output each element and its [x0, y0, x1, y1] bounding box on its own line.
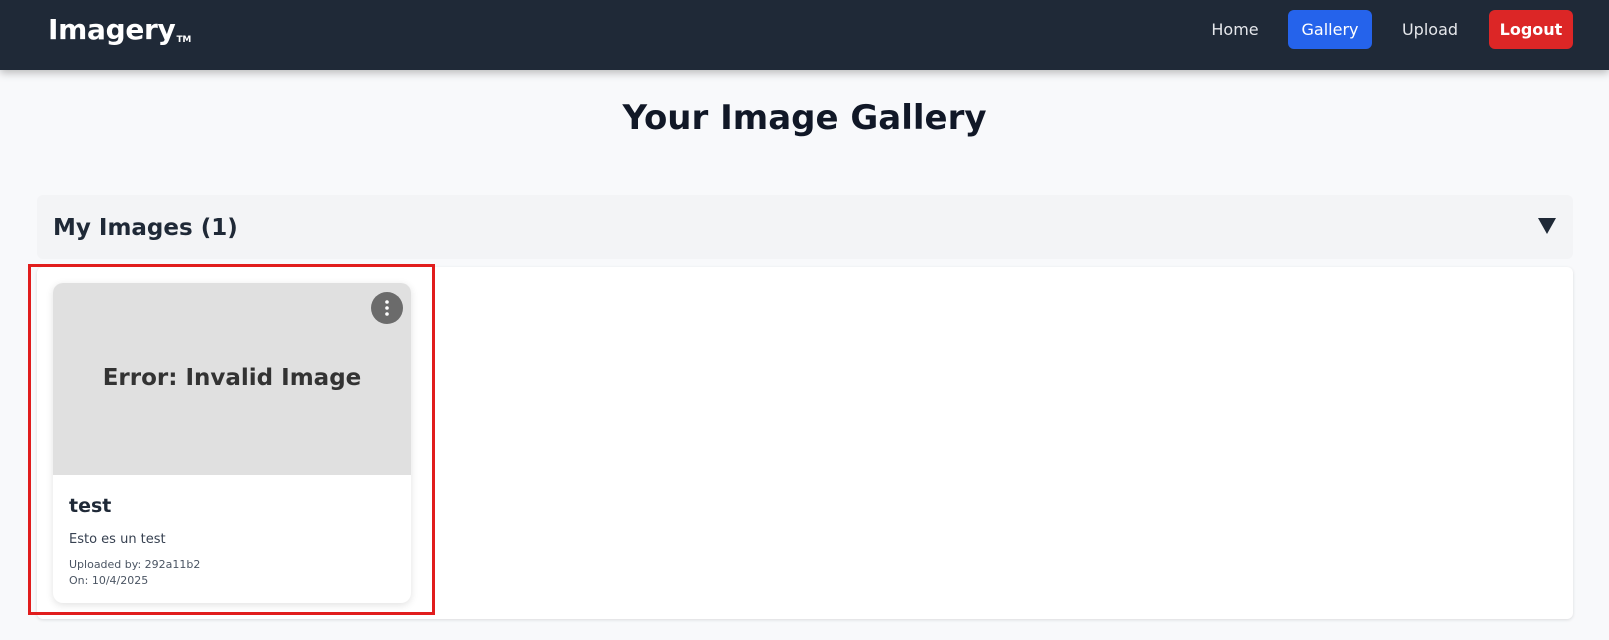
- brand-logo[interactable]: ImageryTM: [48, 12, 191, 48]
- nav-home-link[interactable]: Home: [1198, 10, 1272, 49]
- nav-upload-link[interactable]: Upload: [1390, 10, 1470, 49]
- kebab-menu-icon: [385, 300, 389, 316]
- card-title: test: [69, 495, 112, 517]
- card-uploader: Uploaded by: 292a11b2: [69, 558, 201, 571]
- logout-button[interactable]: Logout: [1489, 10, 1573, 49]
- card-menu-button[interactable]: [371, 292, 403, 324]
- image-card[interactable]: Error: Invalid Image test Esto es un tes…: [53, 283, 411, 603]
- trademark-mark: TM: [176, 35, 191, 45]
- navbar: ImageryTM Home Gallery Upload Logout: [0, 0, 1609, 70]
- page-title: Your Image Gallery: [622, 98, 987, 138]
- section-title: My Images (1): [53, 215, 238, 241]
- image-error-message: Error: Invalid Image: [102, 365, 362, 391]
- card-upload-date: On: 10/4/2025: [69, 574, 149, 587]
- brand-name: Imagery: [48, 13, 176, 46]
- image-placeholder: Error: Invalid Image: [53, 283, 411, 475]
- card-description: Esto es un test: [69, 532, 166, 547]
- my-images-section-header[interactable]: My Images (1): [37, 195, 1573, 259]
- nav-gallery-link[interactable]: Gallery: [1288, 10, 1372, 49]
- triangle-down-icon[interactable]: [1537, 217, 1557, 235]
